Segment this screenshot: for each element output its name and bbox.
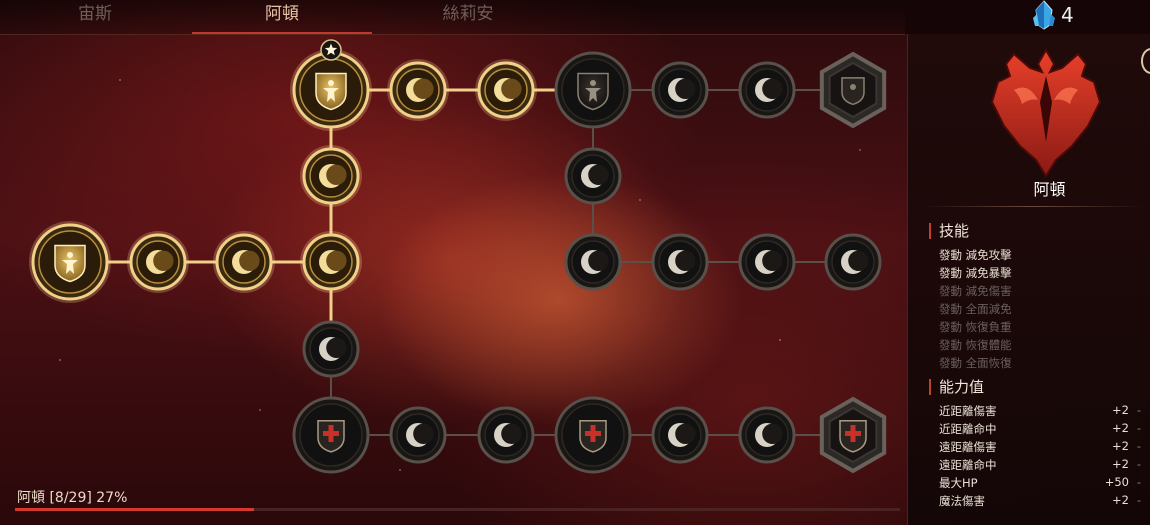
skill-node-b5[interactable] [651,406,709,464]
stat-label: 近距離傷害 [939,404,997,418]
skill-node-d1[interactable] [302,320,360,378]
skill-node-up1[interactable] [300,145,362,207]
stat-suffix: - [1136,493,1141,507]
shield-cross-icon [317,419,345,453]
stat-suffix: - [1136,403,1141,417]
skill-node-t6[interactable] [819,51,887,129]
skill-item: 發動 恢復負重 [939,320,1012,334]
star-icon [320,39,342,61]
currency-bar [905,0,1150,34]
skill-node-m5[interactable] [824,233,882,291]
skill-node-root[interactable] [29,221,111,303]
skill-node-l2[interactable] [213,231,275,293]
stat-value: +50 [1104,475,1129,489]
stat-row: 遠距離命中 +2 - [939,457,1141,475]
progress-fill [15,508,254,511]
skill-node-t2[interactable] [475,59,537,121]
skill-node-hub[interactable] [300,231,362,293]
stat-label: 遠距離傷害 [939,440,997,454]
hexagon-crest-icon [841,77,865,106]
hexagon-cross-icon [839,419,867,453]
stat-row: 遠距離傷害 +2 - [939,439,1141,457]
skill-node-star[interactable] [290,39,372,131]
skill-node-l1[interactable] [127,231,189,293]
skill-item: 發動 減免攻擊 [939,248,1012,262]
stat-row: 近距離傷害 +2 - [939,403,1141,421]
skill-node-t5[interactable] [738,61,796,119]
stat-suffix: - [1136,421,1141,435]
stat-suffix: - [1136,457,1141,471]
shield-cross-icon [579,419,607,453]
skill-node-m1[interactable] [564,147,622,205]
character-name: 阿頓 [1033,180,1066,199]
stat-label: 遠距離命中 [939,458,997,472]
red-winged-emblem-icon [990,47,1102,178]
skill-node-t1[interactable] [387,59,449,121]
progress-bar [15,508,900,511]
skill-node-tb[interactable] [554,51,632,129]
progress-label: 阿頓 [8/29] 27% [17,490,128,506]
stat-label: 近距離命中 [939,422,997,436]
crystal-count: 4 [1061,3,1074,27]
panel-divider [922,206,1144,207]
stat-value: +2 [1112,403,1129,417]
skill-node-m3[interactable] [651,233,709,291]
skill-item: 發動 全面恢復 [939,356,1012,370]
skills-title: 技能 [929,223,969,239]
stat-suffix: - [1136,439,1141,453]
skill-node-b3[interactable] [477,406,535,464]
skill-node-b6[interactable] [738,406,796,464]
stat-label: 最大HP [939,476,978,490]
skill-node-b2[interactable] [389,406,447,464]
stat-suffix: - [1136,475,1141,489]
skill-node-t4[interactable] [651,61,709,119]
stat-value: +2 [1112,439,1129,453]
stat-row: 魔法傷害 +2 - [939,493,1141,511]
skill-tree [29,39,887,474]
stat-label: 魔法傷害 [939,494,985,508]
shield-figure-icon [577,72,609,111]
skill-node-b1[interactable] [292,396,370,474]
skill-node-b4[interactable] [554,396,632,474]
skill-node-m2[interactable] [564,233,622,291]
skill-item: 發動 減免傷害 [939,284,1012,298]
stat-row: 最大HP +50 - [939,475,1141,493]
blue-crystal-icon [1033,0,1055,30]
stat-value: +2 [1112,493,1129,507]
stat-row: 近距離命中 +2 - [939,421,1141,439]
stat-value: +2 [1112,421,1129,435]
skill-item: 發動 減免暴擊 [939,266,1012,280]
skill-item: 發動 恢復體能 [939,338,1012,352]
skill-node-m4[interactable] [738,233,796,291]
skill-item: 發動 全面減免 [939,302,1012,316]
stats-title: 能力值 [929,379,984,395]
stat-value: +2 [1112,457,1129,471]
shield-figure-icon [54,244,86,283]
skill-node-b7[interactable] [819,396,887,474]
shield-figure-icon [315,72,347,111]
